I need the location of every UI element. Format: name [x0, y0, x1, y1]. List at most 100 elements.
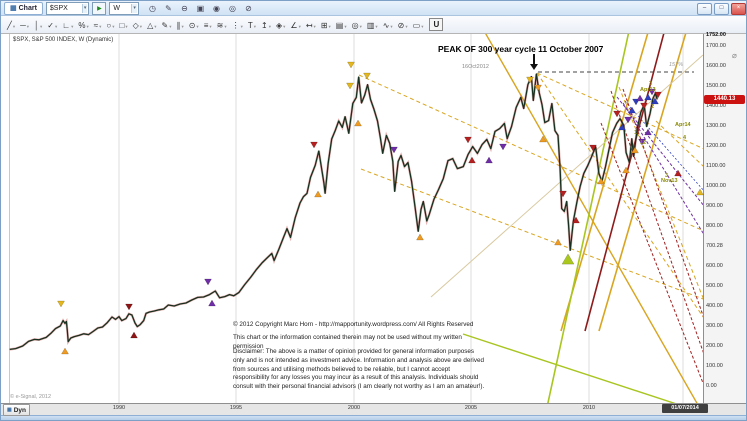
band-tool[interactable]: ▥ ▾ [365, 18, 380, 32]
chevron-down-icon: ▾ [405, 23, 408, 29]
chevron-down-icon: ▾ [283, 23, 286, 29]
toolbar-icon-group: ◷ ✎ ⊖ ▣ ◉ ◎ ⊘ [146, 2, 255, 14]
chevron-down-icon[interactable]: ▾ [81, 3, 88, 13]
fib-lines-tool[interactable]: ≡ ▾ [202, 18, 214, 32]
arrow-up-tool-glyph: ↥ [261, 20, 268, 30]
trendline-tool[interactable]: ╱ ▾ [5, 18, 17, 32]
wave-tool-glyph: ≈ [93, 20, 99, 30]
price-axis[interactable] [703, 34, 746, 403]
regression-tool-glyph: ∟ [62, 20, 71, 30]
chart-tab[interactable]: ▦ Chart [4, 1, 43, 15]
chevron-down-icon: ▾ [298, 23, 301, 29]
hatch-tool-glyph: ▤ [335, 20, 344, 30]
close-button[interactable]: × [731, 3, 746, 15]
diamond-tool-glyph: ◇ [132, 20, 139, 30]
pin-icon[interactable]: ⌀ [732, 51, 737, 60]
time-axis[interactable] [1, 403, 746, 415]
pointer-tool-glyph: ◈ [275, 20, 283, 30]
polyline-tool-glyph: ✓ [47, 20, 54, 30]
polyline-tool[interactable]: ✓ ▾ [45, 18, 59, 32]
chevron-down-icon: ▾ [99, 23, 102, 29]
bullseye-tool[interactable]: ◎ ▾ [350, 18, 364, 32]
chevron-down-icon: ▾ [313, 23, 316, 29]
vertical-dots-tool[interactable]: ⋮ ▾ [230, 18, 245, 32]
clock-icon[interactable]: ◷ [146, 2, 159, 14]
vertical-line-tool-glyph: │ [34, 20, 40, 30]
text-tool-glyph: T [247, 20, 253, 30]
chart-tab-label: Chart [18, 4, 37, 12]
parallel-lines-tool[interactable]: ∥ ▾ [174, 18, 185, 32]
interval-value: W [113, 4, 121, 12]
arrow-left-tool[interactable]: ↤ ▾ [304, 18, 318, 32]
text-tool[interactable]: T ▾ [246, 18, 258, 32]
window-controls: – □ × [697, 3, 746, 15]
rectangle-tool[interactable]: □ ▾ [118, 18, 130, 32]
ripple-tool[interactable]: ≋ ▾ [215, 18, 229, 32]
dyn-tab[interactable]: ▦ Dyn [3, 404, 31, 416]
dyn-tab-label: Dyn [13, 406, 27, 414]
hatch-tool[interactable]: ▤ ▾ [334, 18, 349, 32]
freehand-tool[interactable]: ✎ ▾ [159, 18, 173, 32]
chevron-down-icon: ▾ [40, 23, 43, 29]
fib-lines-tool-glyph: ≡ [203, 20, 209, 30]
box-tool[interactable]: ▭ ▾ [411, 18, 426, 32]
horizontal-line-tool[interactable]: ─ ▾ [18, 18, 31, 32]
interval-combo[interactable]: W ▾ [109, 1, 139, 15]
vertical-line-tool[interactable]: │ ▾ [32, 18, 44, 32]
cycle-tool-glyph: ∿ [382, 20, 390, 30]
triangle-tool-glyph: △ [147, 20, 154, 30]
app-window: ▦ Chart $SPX ▾ ▶ W ▾ ◷ ✎ ⊖ ▣ ◉ ◎ ⊘ – □ × ╱ ▾ ─ ▾ │… [0, 0, 747, 421]
symbol-value: $SPX [49, 4, 68, 12]
chevron-down-icon: ▾ [169, 23, 172, 29]
chevron-down-icon: ▾ [390, 23, 393, 29]
chevron-down-icon: ▾ [359, 23, 362, 29]
ellipse-tool[interactable]: ○ ▾ [104, 18, 116, 32]
chevron-down-icon: ▾ [328, 23, 331, 29]
minus-circle-icon[interactable]: ⊖ [178, 2, 191, 14]
regression-tool[interactable]: ∟ ▾ [60, 18, 75, 32]
grid-tool[interactable]: ⊞ ▾ [319, 18, 333, 32]
percent-retracement-tool[interactable]: % ▾ [76, 18, 90, 32]
target-circle-icon[interactable]: ◎ [226, 2, 239, 14]
pencil-icon[interactable]: ✎ [162, 2, 175, 14]
chevron-down-icon: ▾ [125, 23, 128, 29]
triangle-tool[interactable]: △ ▾ [145, 18, 158, 32]
chevron-down-icon: ▾ [139, 23, 143, 29]
pointer-tool[interactable]: ◈ ▾ [274, 18, 287, 32]
go-button[interactable]: ▶ [92, 1, 107, 15]
studies-box-icon[interactable]: ▣ [194, 2, 207, 14]
chart-icon: ▦ [10, 4, 17, 12]
grid-tool-glyph: ⊞ [320, 20, 328, 30]
wave-tool[interactable]: ≈ ▾ [92, 18, 104, 32]
ripple-tool-glyph: ≋ [216, 20, 224, 30]
underline-button[interactable]: U [429, 18, 444, 31]
arrow-up-tool[interactable]: ↥ ▾ [259, 18, 273, 32]
minimize-button[interactable]: – [697, 3, 712, 15]
angle-tool-glyph: ∠ [290, 20, 298, 30]
fib-circle-tool[interactable]: ⊙ ▾ [187, 18, 201, 32]
chevron-down-icon[interactable]: ▾ [131, 3, 137, 13]
chart-canvas[interactable] [9, 34, 703, 403]
freehand-tool-glyph: ✎ [161, 20, 169, 30]
bullseye-tool-glyph: ◎ [351, 20, 359, 30]
arrow-left-tool-glyph: ↤ [305, 20, 313, 30]
main-toolbar: ▦ Chart $SPX ▾ ▶ W ▾ ◷ ✎ ⊖ ▣ ◉ ◎ ⊘ – □ × [1, 1, 746, 16]
cycle-tool[interactable]: ∿ ▾ [381, 18, 395, 32]
ellipse-tool-glyph: ○ [106, 20, 112, 30]
record-circle-icon[interactable]: ◉ [210, 2, 223, 14]
chevron-down-icon: ▾ [181, 23, 184, 29]
calendar-icon: ▦ [7, 407, 12, 413]
play-icon: ▶ [97, 5, 102, 12]
band-tool-glyph: ▥ [366, 20, 375, 30]
chevron-down-icon: ▾ [375, 23, 378, 29]
angle-tool[interactable]: ∠ ▾ [288, 18, 302, 32]
diamond-tool[interactable]: ◇ ▾ [131, 18, 144, 32]
symbol-combo[interactable]: $SPX ▾ [45, 1, 90, 15]
chevron-down-icon: ▾ [86, 23, 89, 29]
link-slash-icon[interactable]: ⊘ [242, 2, 255, 14]
chevron-down-icon: ▾ [12, 23, 16, 29]
maximize-button[interactable]: □ [714, 3, 729, 15]
prohibit-tool[interactable]: ⊘ ▾ [396, 18, 410, 32]
fib-circle-tool-glyph: ⊙ [188, 20, 196, 30]
box-tool-glyph: ▭ [412, 20, 421, 30]
